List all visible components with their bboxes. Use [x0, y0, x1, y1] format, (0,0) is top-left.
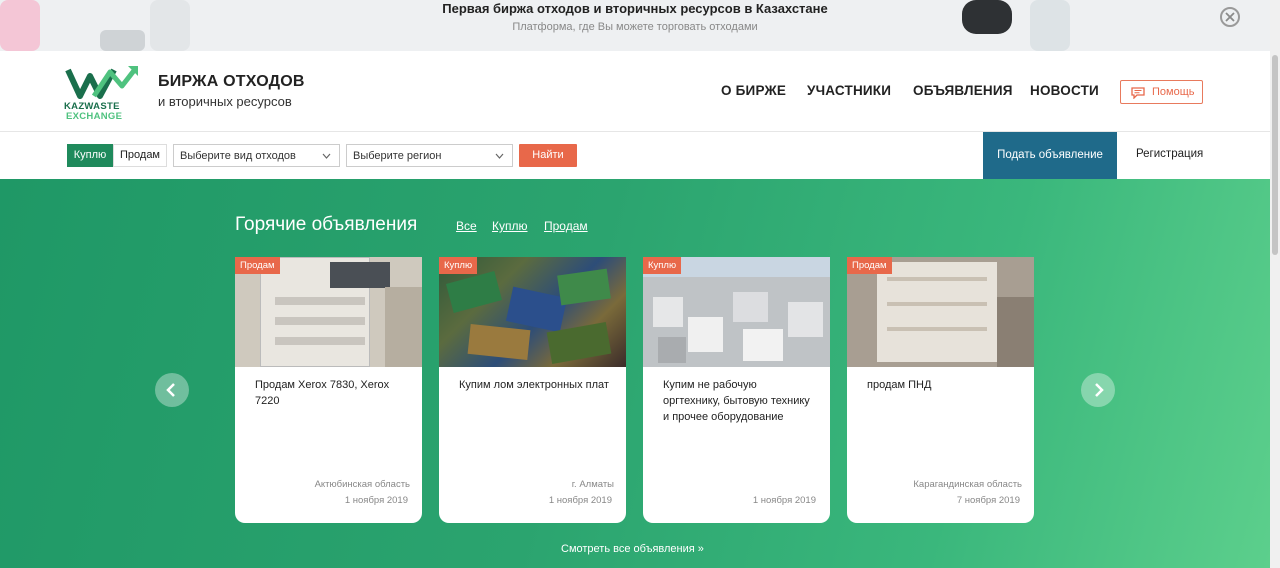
nav-members[interactable]: УЧАСТНИКИ [807, 83, 891, 98]
hot-ads-section: Горячие объявления Все Куплю Продам Прод… [0, 179, 1270, 568]
ad-badge: Куплю [439, 257, 478, 274]
register-link[interactable]: Регистрация [1136, 148, 1203, 160]
ad-badge: Куплю [643, 257, 682, 274]
ad-date: 1 ноября 2019 [344, 495, 408, 506]
hot-ads-title: Горячие объявления [235, 214, 418, 235]
brand-subtitle: и вторичных ресурсов [158, 94, 292, 109]
filter-all[interactable]: Все [456, 219, 477, 233]
logo-mark-icon [65, 66, 138, 99]
see-all-ads-link[interactable]: Смотреть все объявления » [561, 543, 704, 555]
ad-card[interactable]: Куплю Купим лом электронных плат г. Алма… [439, 257, 626, 523]
kazwaste-logo[interactable]: KAZWASTE EXCHANGE [64, 64, 140, 122]
ad-badge: Продам [847, 257, 892, 274]
carousel-next-button[interactable] [1081, 373, 1115, 407]
post-ad-button[interactable]: Подать объявление [983, 132, 1117, 179]
scrollbar-thumb[interactable] [1272, 55, 1278, 255]
ad-title: Купим лом электронных плат [459, 379, 609, 391]
ad-card[interactable]: Куплю Купим не рабочую оргтехнику, бытов… [643, 257, 830, 523]
nav-about[interactable]: О БИРЖЕ [721, 83, 786, 98]
buy-toggle[interactable]: Куплю [67, 144, 113, 167]
ad-date: 7 ноября 2019 [956, 495, 1020, 506]
ad-title: продам ПНД [867, 379, 932, 391]
waste-type-value: Выберите вид отходов [180, 150, 296, 162]
ad-date: 1 ноября 2019 [548, 495, 612, 506]
ad-region: Карагандинская область [913, 479, 1022, 490]
ad-title: Продам Xerox 7830, Xerox 7220 [255, 379, 390, 407]
promo-decor-cans [100, 30, 145, 51]
region-select[interactable]: Выберите регион [346, 144, 513, 167]
chat-icon [1131, 87, 1145, 99]
ad-card[interactable]: Продам Продам Xerox 7830, Xerox 7220 Акт… [235, 257, 422, 523]
ad-title: Купим не рабочую оргтехнику, бытовую тех… [663, 379, 810, 423]
help-button[interactable]: Помощь [1120, 80, 1203, 104]
chevron-right-icon [1095, 383, 1104, 397]
promo-subtitle: Платформа, где Вы можете торговать отход… [512, 21, 758, 33]
filter-sell[interactable]: Продам [544, 219, 588, 233]
chevron-down-icon [495, 153, 504, 159]
carousel-prev-button[interactable] [155, 373, 189, 407]
help-label: Помощь [1152, 86, 1195, 98]
find-button[interactable]: Найти [519, 144, 577, 167]
logo-text-exchange: EXCHANGE [66, 111, 123, 122]
region-value: Выберите регион [353, 150, 442, 162]
waste-type-select[interactable]: Выберите вид отходов [173, 144, 340, 167]
ad-region: г. Алматы [571, 479, 614, 490]
promo-title: Первая биржа отходов и вторичных ресурсо… [442, 1, 828, 16]
site-header: KAZWASTE EXCHANGE БИРЖА ОТХОДОВ и вторич… [0, 51, 1270, 132]
nav-ads[interactable]: ОБЪЯВЛЕНИЯ [913, 83, 1013, 98]
ad-date: 1 ноября 2019 [752, 495, 816, 506]
promo-banner: Первая биржа отходов и вторичных ресурсо… [0, 0, 1270, 51]
nav-news[interactable]: НОВОСТИ [1030, 83, 1099, 98]
ad-card[interactable]: Продам продам ПНД Карагандинская область… [847, 257, 1034, 523]
filter-buy[interactable]: Куплю [492, 219, 528, 233]
close-icon[interactable] [1220, 7, 1240, 27]
sell-toggle[interactable]: Продам [113, 144, 167, 167]
ad-region: Актюбинская область [314, 479, 410, 490]
ad-badge: Продам [235, 257, 280, 274]
brand-title: БИРЖА ОТХОДОВ [158, 73, 305, 90]
search-bar: Куплю Продам Выберите вид отходов Выбери… [0, 132, 1270, 179]
chevron-down-icon [322, 153, 331, 159]
chevron-left-icon [166, 383, 175, 397]
